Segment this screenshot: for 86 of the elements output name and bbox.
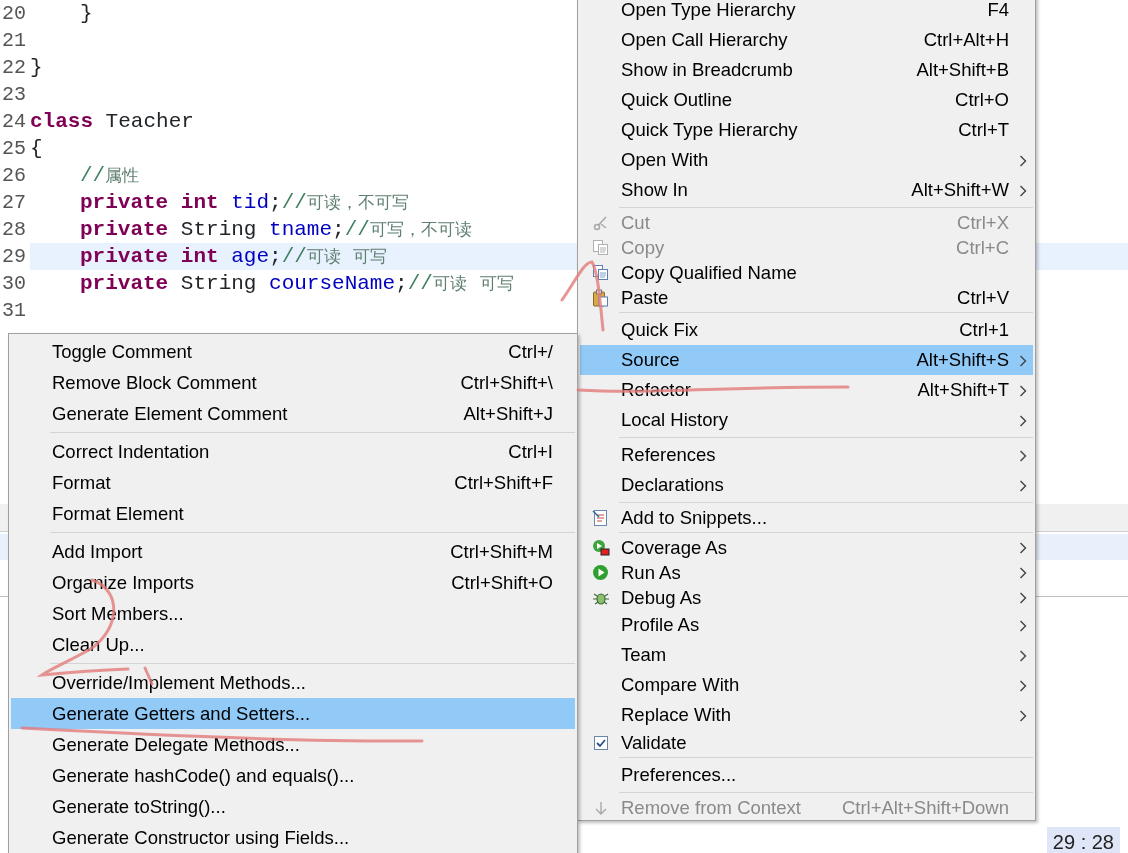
- menu-item[interactable]: Source Alt+Shift+S: [580, 345, 1033, 375]
- menu-item[interactable]: Clean Up...: [11, 629, 575, 660]
- code-line: private int tid;//可读，不可写: [80, 189, 409, 216]
- code-line: private String courseName;//可读 可写: [80, 270, 514, 297]
- menu-item[interactable]: Open Type Hierarchy F4: [580, 0, 1033, 25]
- menu-item[interactable]: Run As: [580, 560, 1033, 585]
- menu-item[interactable]: Compare With: [580, 670, 1033, 700]
- menu-item[interactable]: Organize Imports Ctrl+Shift+O: [11, 567, 575, 598]
- play-icon: [592, 564, 609, 581]
- snippet-icon: [592, 508, 609, 527]
- menu-item[interactable]: Validate: [580, 730, 1033, 755]
- chevron-icon: [1019, 448, 1027, 463]
- line-number: 28: [1, 216, 27, 243]
- menu-item[interactable]: Format Ctrl+Shift+F: [11, 467, 575, 498]
- menu-item[interactable]: Remove Block Comment Ctrl+Shift+\: [11, 367, 575, 398]
- menu-item[interactable]: Generate hashCode() and equals()...: [11, 760, 575, 791]
- menu-item[interactable]: Generate toString()...: [11, 791, 575, 822]
- pen-stroke: [560, 260, 605, 332]
- line-number: 31: [1, 297, 27, 324]
- copy-icon: [592, 239, 609, 256]
- menu-item[interactable]: Add to Snippets...: [580, 505, 1033, 530]
- chevron-icon: [1019, 183, 1027, 198]
- line-number: 25: [1, 135, 27, 162]
- menu-item[interactable]: Quick Type Hierarchy Ctrl+T: [580, 115, 1033, 145]
- menu-item[interactable]: Coverage As: [580, 535, 1033, 560]
- coverage-icon: [591, 538, 610, 557]
- menu-item[interactable]: Profile As: [580, 610, 1033, 640]
- chevron-icon: [1019, 678, 1027, 693]
- menu-item[interactable]: Toggle Comment Ctrl+/: [11, 336, 575, 367]
- menu-item[interactable]: Refactor Alt+Shift+T: [580, 375, 1033, 405]
- menu-item[interactable]: Copy Qualified Name: [580, 260, 1033, 285]
- copy-icon: [592, 264, 609, 281]
- menu-item[interactable]: Override/Implement Methods...: [11, 667, 575, 698]
- menu-item[interactable]: Generate Delegate Methods...: [11, 729, 575, 760]
- menu-item[interactable]: Team: [580, 640, 1033, 670]
- line-number: 26: [1, 162, 27, 189]
- menu-item[interactable]: Sort Members...: [11, 598, 575, 629]
- chevron-icon: [1019, 353, 1027, 368]
- line-number: 27: [1, 189, 27, 216]
- line-number: 24: [1, 108, 27, 135]
- menu-item[interactable]: Generate Element Comment Alt+Shift+J: [11, 398, 575, 429]
- line-number: 20: [1, 0, 27, 27]
- menu-item[interactable]: Show In Alt+Shift+W: [580, 175, 1033, 205]
- code-line: //属性: [80, 162, 140, 189]
- menu-item[interactable]: Preferences...: [580, 760, 1033, 790]
- menu-item[interactable]: Generate Constructor using Fields...: [11, 822, 575, 853]
- menu-item[interactable]: Declarations: [580, 470, 1033, 500]
- code-line: }: [30, 54, 43, 81]
- code-line: private int age;//可读 可写: [80, 243, 388, 270]
- chevron-icon: [1019, 413, 1027, 428]
- menu-item[interactable]: Format Element: [11, 498, 575, 529]
- menu-item[interactable]: Correct Indentation Ctrl+I: [11, 436, 575, 467]
- checkbox-icon: [592, 734, 609, 751]
- menu-item[interactable]: Open With: [580, 145, 1033, 175]
- menu-item[interactable]: Local History: [580, 405, 1033, 435]
- menu-item[interactable]: Generate Getters and Setters...: [11, 698, 575, 729]
- chevron-icon: [1019, 541, 1027, 556]
- menu-item[interactable]: Open Call Hierarchy Ctrl+Alt+H: [580, 25, 1033, 55]
- chevron-icon: [1019, 566, 1027, 581]
- menu-item[interactable]: Quick Fix Ctrl+1: [580, 315, 1033, 345]
- clipboard-icon: [592, 288, 609, 307]
- menu-item[interactable]: Paste Ctrl+V: [580, 285, 1033, 310]
- line-number: 22: [1, 54, 27, 81]
- chevron-icon: [1019, 618, 1027, 633]
- menu-item[interactable]: Add Import Ctrl+Shift+M: [11, 536, 575, 567]
- menu-item[interactable]: Replace With: [580, 700, 1033, 730]
- line-number: 30: [1, 270, 27, 297]
- line-number: 29: [1, 243, 27, 270]
- code-line: }: [80, 0, 93, 27]
- code-line: {: [30, 135, 43, 162]
- chevron-icon: [1019, 383, 1027, 398]
- menu-item[interactable]: Quick Outline Ctrl+O: [580, 85, 1033, 115]
- scissors-icon: [592, 214, 609, 231]
- chevron-icon: [1019, 648, 1027, 663]
- chevron-icon: [1019, 708, 1027, 723]
- line-number: 21: [1, 27, 27, 54]
- menu-item[interactable]: References: [580, 440, 1033, 470]
- chevron-icon: [1019, 591, 1027, 606]
- menu-item[interactable]: Show in Breadcrumb Alt+Shift+B: [580, 55, 1033, 85]
- code-line: private String tname;//可写，不可读: [80, 216, 472, 243]
- chevron-icon: [1019, 153, 1027, 168]
- code-line: class Teacher: [30, 108, 194, 135]
- cursor-position: 29 : 28: [1046, 827, 1120, 853]
- menu-item[interactable]: Debug As: [580, 585, 1033, 610]
- chevron-icon: [1019, 478, 1027, 493]
- line-number: 23: [1, 81, 27, 108]
